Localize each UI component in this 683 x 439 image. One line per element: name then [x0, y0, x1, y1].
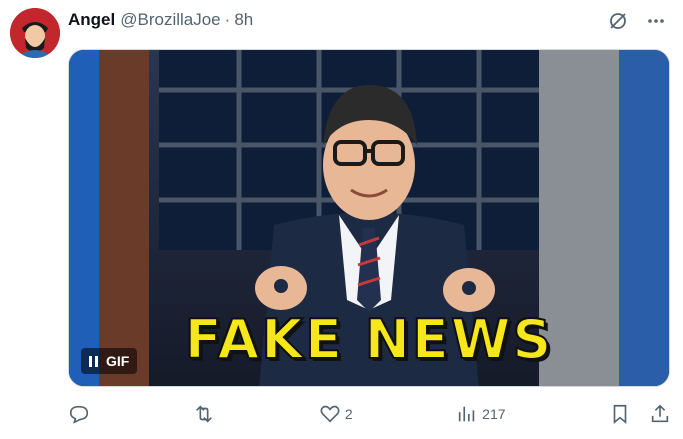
- timestamp[interactable]: 8h: [234, 10, 253, 30]
- views-button[interactable]: 217: [456, 403, 506, 425]
- gif-media[interactable]: FAKE NEWS GIF: [68, 49, 670, 387]
- author-handle[interactable]: @BrozillaJoe: [120, 10, 220, 30]
- grok-icon[interactable]: [607, 10, 629, 32]
- author-name[interactable]: Angel: [68, 10, 115, 30]
- heart-icon: [320, 405, 340, 423]
- gif-controls: GIF: [81, 348, 138, 374]
- pause-icon[interactable]: [89, 355, 98, 367]
- share-button[interactable]: [649, 403, 671, 425]
- reply-icon: [69, 405, 89, 424]
- avatar-illustration: [10, 8, 60, 58]
- like-count: 2: [344, 406, 353, 422]
- separator: ·: [224, 10, 231, 29]
- gif-caption: FAKE NEWS: [184, 307, 554, 372]
- bookmark-icon: [613, 404, 627, 425]
- tweet-actions: 2 217: [68, 402, 671, 426]
- views-icon: [458, 406, 475, 422]
- share-icon: [651, 404, 669, 423]
- bookmark-button[interactable]: [609, 403, 631, 425]
- tweet-header: Angel @BrozillaJoe · 8h: [68, 9, 253, 31]
- actions-right: [609, 403, 671, 425]
- retweet-button[interactable]: [193, 403, 215, 425]
- view-count: 217: [482, 406, 506, 422]
- avatar[interactable]: [10, 8, 60, 58]
- tweet-top-actions: [607, 10, 667, 32]
- reply-button[interactable]: [68, 403, 90, 425]
- retweet-icon: [196, 405, 213, 423]
- gif-badge: GIF: [106, 353, 130, 369]
- more-icon[interactable]: [645, 10, 667, 32]
- like-button[interactable]: 2: [319, 403, 353, 425]
